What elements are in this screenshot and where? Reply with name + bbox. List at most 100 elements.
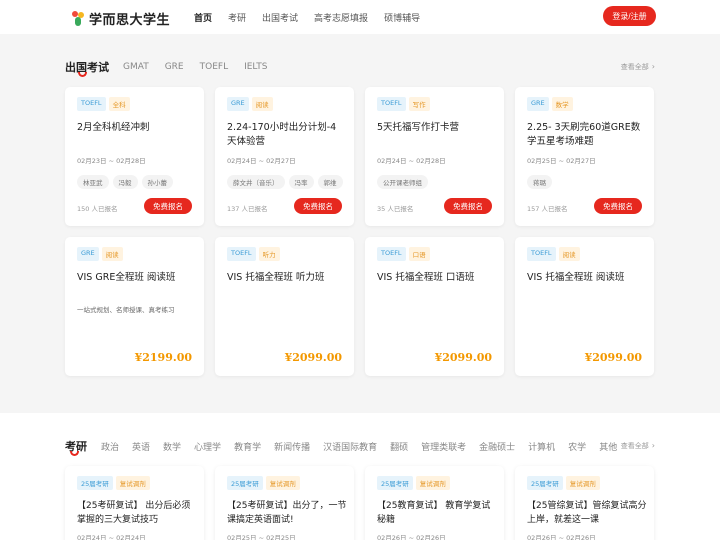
kaoyan-course-card[interactable]: 25届考研 复试调剂 【25教育复试】 教育学复试秘籍 02月26日 ~ 02月2… (365, 466, 504, 540)
tab-management[interactable]: 管理类联考 (421, 440, 466, 453)
abroad-section-title[interactable]: 出国考试 (65, 59, 109, 77)
tab-gre[interactable]: GRE (165, 62, 184, 72)
course-title[interactable]: 【25考研复试】出分了，一节课搞定英语面试! (227, 499, 347, 527)
category-tag: 口语 (408, 247, 430, 261)
tab-math[interactable]: 数学 (163, 440, 181, 453)
year-tag: 25届考研 (227, 476, 263, 490)
teacher-chip: 薛文井（音乐） (227, 175, 285, 189)
course-title[interactable]: VIS GRE全程班 阅读班 (77, 271, 195, 285)
course-date: 02月23日 ~ 02月28日 (77, 157, 146, 165)
course-price: ¥2199.00 (134, 351, 192, 364)
tab-finance[interactable]: 金融硕士 (479, 440, 515, 453)
tab-politics[interactable]: 政治 (101, 440, 119, 453)
tab-toefl[interactable]: TOEFL (200, 62, 228, 72)
tab-chinese-intl[interactable]: 汉语国际教育 (323, 440, 377, 453)
nav-home[interactable]: 首页 (194, 11, 212, 24)
tab-translation[interactable]: 翻硕 (390, 440, 408, 453)
abroad-section-header: 出国考试 GMAT GRE TOEFL IELTS 查看全部 › (65, 57, 655, 77)
logo[interactable]: 学而思大学生 (72, 9, 170, 28)
paid-course-card[interactable]: TOEFL 听力 VIS 托福全程班 听力班 ¥2099.00 (215, 237, 354, 376)
enrolled-count: 150 人已报名 (77, 205, 118, 213)
course-date: 02月25日 ~ 02月27日 (527, 157, 596, 165)
kaoyan-course-card[interactable]: 25届考研 复试调剂 【25考研复试】 出分后必须掌握的三大复试技巧 02月24日… (65, 466, 204, 540)
tab-other[interactable]: 其他 (599, 440, 617, 453)
course-title[interactable]: VIS 托福全程班 听力班 (227, 271, 345, 285)
abroad-view-all-link[interactable]: 查看全部 › (621, 62, 655, 72)
course-title[interactable]: 2.24-170小时出分计划-4天体验营 (227, 121, 345, 149)
tab-english[interactable]: 英语 (132, 440, 150, 453)
main-nav: 首页 考研 出国考试 高考志愿填报 硕博辅导 (194, 0, 436, 34)
year-tag: 25届考研 (527, 476, 563, 490)
tab-gmat[interactable]: GMAT (123, 62, 149, 72)
free-signup-button[interactable]: 免费报名 (144, 198, 192, 214)
kaoyan-course-card[interactable]: 25届考研 复试调剂 【25考研复试】出分了，一节课搞定英语面试! 02月25日 … (215, 466, 354, 540)
live-course-card[interactable]: GRE 阅读 2.24-170小时出分计划-4天体验营 02月24日 ~ 02月2… (215, 87, 354, 226)
chevron-right-icon: › (651, 62, 655, 71)
course-title[interactable]: 2月全科机经冲刺 (77, 121, 195, 135)
category-tag: 全科 (108, 97, 130, 111)
login-register-button[interactable]: 登录/注册 (603, 6, 656, 26)
course-date: 02月25日 ~ 02月25日 (227, 534, 296, 540)
subject-tag: TOEFL (227, 247, 256, 261)
category-tag: 复试调剂 (415, 476, 450, 490)
kaoyan-section-header: 考研 政治 英语 数学 心理学 教育学 新闻传播 汉语国际教育 翻硕 管理类联考… (65, 436, 655, 456)
live-course-card[interactable]: TOEFL 全科 2月全科机经冲刺 02月23日 ~ 02月28日 林亚武 冯毅 孙小… (65, 87, 204, 226)
paid-course-card[interactable]: TOEFL 口语 VIS 托福全程班 口语班 ¥2099.00 (365, 237, 504, 376)
course-date: 02月24日 ~ 02月28日 (377, 157, 446, 165)
kaoyan-view-all-link[interactable]: 查看全部 › (621, 441, 655, 451)
teacher-chip: 林亚武 (77, 175, 109, 189)
category-tag: 听力 (258, 247, 280, 261)
category-tag: 阅读 (251, 97, 273, 111)
nav-kaoyan[interactable]: 考研 (228, 11, 246, 24)
nav-gaokao[interactable]: 高考志愿填报 (314, 11, 368, 24)
enrolled-count: 157 人已报名 (527, 205, 568, 213)
enrolled-count: 35 人已报名 (377, 205, 414, 213)
category-tag: 阅读 (558, 247, 580, 261)
course-title[interactable]: 【25管综复试】管综复试高分上岸，就差这一课 (527, 499, 647, 527)
paid-course-card[interactable]: GRE 阅读 VIS GRE全程班 阅读班 一站式规划、名师授课、真考练习 ¥21… (65, 237, 204, 376)
course-title[interactable]: VIS 托福全程班 阅读班 (527, 271, 645, 285)
tab-computer[interactable]: 计算机 (528, 440, 555, 453)
category-tag: 复试调剂 (115, 476, 150, 490)
subject-tag: GRE (527, 97, 549, 111)
category-tag: 阅读 (101, 247, 123, 261)
smile-underline-icon (70, 451, 79, 456)
course-title[interactable]: 2.25- 3天刷完60道GRE数学五星考场难题 (527, 121, 645, 149)
teacher-chip: 公开课老师组 (377, 175, 428, 189)
free-signup-button[interactable]: 免费报名 (444, 198, 492, 214)
course-price: ¥2099.00 (434, 351, 492, 364)
course-date: 02月26日 ~ 02月26日 (527, 534, 596, 540)
tab-agriculture[interactable]: 农学 (568, 440, 586, 453)
course-price: ¥2099.00 (284, 351, 342, 364)
course-title[interactable]: 5天托福写作打卡营 (377, 121, 495, 135)
enrolled-count: 137 人已报名 (227, 205, 268, 213)
course-title[interactable]: 【25考研复试】 出分后必须掌握的三大复试技巧 (77, 499, 197, 527)
nav-abroad-exam[interactable]: 出国考试 (262, 11, 298, 24)
tab-journalism[interactable]: 新闻传播 (274, 440, 310, 453)
nav-graduate-tutoring[interactable]: 硕博辅导 (384, 11, 420, 24)
subject-tag: TOEFL (527, 247, 556, 261)
subject-tag: GRE (77, 247, 99, 261)
year-tag: 25届考研 (77, 476, 113, 490)
live-course-card[interactable]: TOEFL 写作 5天托福写作打卡营 02月24日 ~ 02月28日 公开课老师组… (365, 87, 504, 226)
kaoyan-course-card[interactable]: 25届考研 复试调剂 【25管综复试】管综复试高分上岸，就差这一课 02月26日 … (515, 466, 654, 540)
category-tag: 复试调剂 (565, 476, 600, 490)
subject-tag: TOEFL (377, 247, 406, 261)
tab-ielts[interactable]: IELTS (244, 62, 267, 72)
course-date: 02月26日 ~ 02月26日 (377, 534, 446, 540)
course-title[interactable]: VIS 托福全程班 口语班 (377, 271, 495, 285)
tab-psychology[interactable]: 心理学 (194, 440, 221, 453)
subject-tag: GRE (227, 97, 249, 111)
logo-text: 学而思大学生 (89, 13, 171, 28)
free-signup-button[interactable]: 免费报名 (594, 198, 642, 214)
tab-education[interactable]: 教育学 (234, 440, 261, 453)
teacher-chip: 冯毅 (112, 175, 138, 189)
free-signup-button[interactable]: 免费报名 (294, 198, 342, 214)
live-course-card[interactable]: GRE 数学 2.25- 3天刷完60道GRE数学五星考场难题 02月25日 ~ … (515, 87, 654, 226)
category-tag: 写作 (408, 97, 430, 111)
paid-course-card[interactable]: TOEFL 阅读 VIS 托福全程班 阅读班 ¥2099.00 (515, 237, 654, 376)
smile-underline-icon (78, 72, 87, 77)
chevron-right-icon: › (651, 441, 655, 450)
kaoyan-section-title[interactable]: 考研 (65, 438, 87, 456)
course-title[interactable]: 【25教育复试】 教育学复试秘籍 (377, 499, 497, 527)
